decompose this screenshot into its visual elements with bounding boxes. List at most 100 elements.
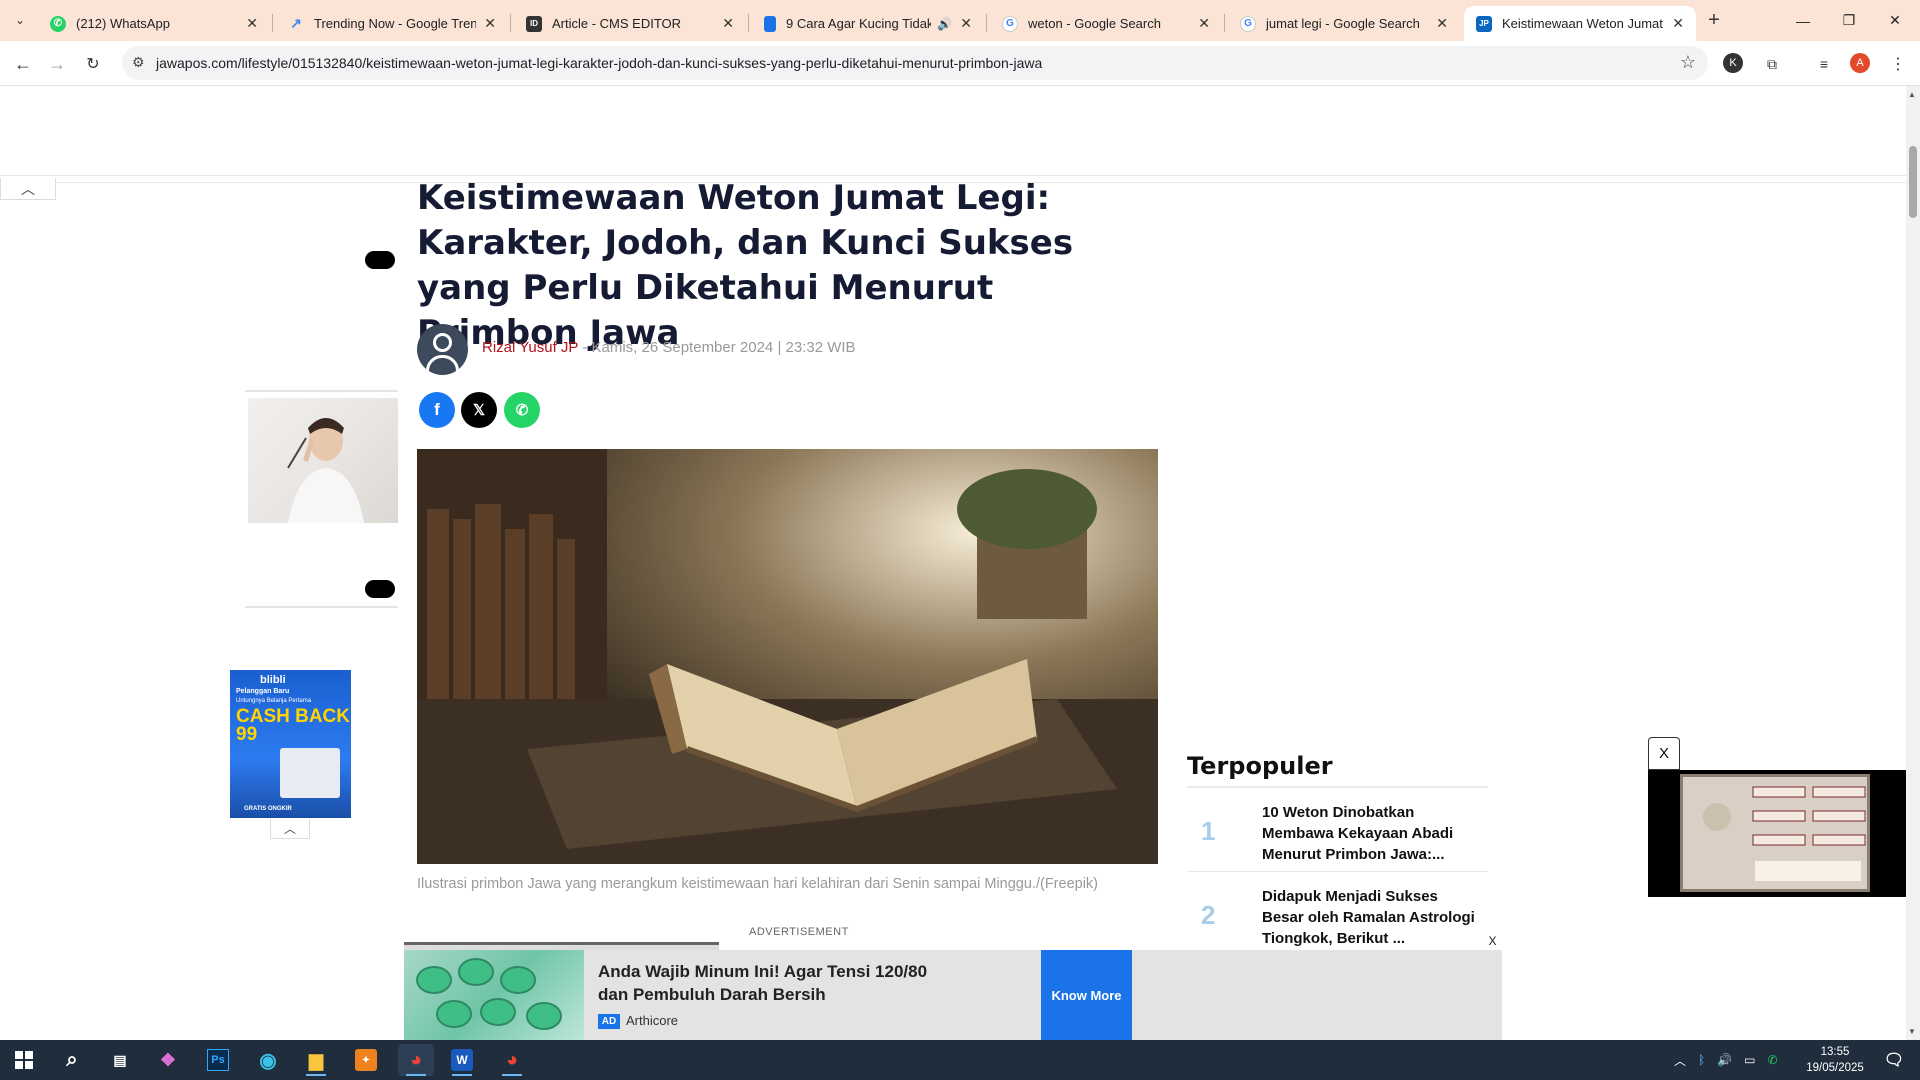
collapse-sidebar-ad-button[interactable]: ︿ <box>270 819 310 839</box>
tab-whatsapp[interactable]: ✆ (212) WhatsApp ✕ <box>38 6 270 41</box>
popular-title[interactable]: Didapuk Menjadi Sukses Besar oleh Ramala… <box>1262 886 1482 949</box>
tab-close-icon[interactable]: ✕ <box>1672 15 1684 32</box>
tab-close-icon[interactable]: ✕ <box>722 15 734 32</box>
back-button[interactable]: ← <box>8 49 38 79</box>
system-tray: ︿ ᛒ 🔊 ▭ ✆ <box>1674 1040 1778 1080</box>
browser-toolbar: ← → ↻ ⚙ jawapos.com/lifestyle/015132840/… <box>0 41 1920 86</box>
tab-separator <box>510 14 511 32</box>
video-frame <box>1680 774 1870 892</box>
audio-playing-icon[interactable]: 🔊 <box>937 17 952 31</box>
scroll-up-arrow[interactable]: ▲ <box>1908 90 1916 99</box>
forward-button[interactable]: → <box>42 49 72 79</box>
tab-separator <box>1224 14 1225 32</box>
left-rail-pill <box>365 251 395 269</box>
popular-title[interactable]: 10 Weton Dinobatkan Membawa Kekayaan Aba… <box>1262 802 1482 865</box>
tab-jawapos-active[interactable]: JP Keistimewaan Weton Jumat Leg ✕ <box>1464 6 1696 41</box>
article-hero-image <box>417 449 1158 864</box>
network-icon[interactable]: ▭ <box>1744 1053 1755 1067</box>
floating-video-player[interactable] <box>1648 770 1906 897</box>
left-rail-divider <box>245 606 398 608</box>
author-avatar[interactable] <box>417 324 468 375</box>
photoshop-icon[interactable]: Ps <box>200 1044 236 1076</box>
profile-avatar-icon[interactable]: A <box>1850 53 1870 73</box>
media-control-icon[interactable]: ≡ <box>1812 52 1836 76</box>
related-article-thumbnail[interactable] <box>248 398 398 523</box>
author-name-link[interactable]: Rizal Yusuf JP <box>482 339 578 356</box>
page-scrollbar[interactable]: ▲ ▼ <box>1906 86 1920 1040</box>
tab-close-icon[interactable]: ✕ <box>960 15 972 32</box>
tab-cms-editor[interactable]: ID Article - CMS EDITOR ✕ <box>514 6 746 41</box>
volume-icon[interactable]: 🔊 <box>1717 1053 1732 1067</box>
tray-chevron-icon[interactable]: ︿ <box>1674 1052 1686 1069</box>
publish-date: - Kamis, 26 September 2024 | 23:32 WIB <box>578 339 856 356</box>
new-tab-button[interactable]: + <box>1702 8 1726 32</box>
tab-weton-search[interactable]: G weton - Google Search ✕ <box>990 6 1222 41</box>
float-video-close-button[interactable]: X <box>1648 737 1680 770</box>
cms-icon: ID <box>526 15 542 32</box>
advertisement-label: ADVERTISEMENT <box>749 926 849 938</box>
blibli-cashback: CASH BACK 99 <box>236 706 350 745</box>
know-more-button[interactable]: Know More <box>1041 950 1132 1040</box>
file-explorer-icon[interactable]: ▆ <box>298 1044 334 1076</box>
chrome-profile-icon[interactable]: ◕ <box>494 1044 530 1076</box>
clock-date: 19/05/2025 <box>1806 1062 1864 1074</box>
tab-title: weton - Google Search <box>1028 16 1161 31</box>
tab-close-icon[interactable]: ✕ <box>246 15 258 32</box>
whatsapp-tray-icon[interactable]: ✆ <box>1768 1053 1778 1067</box>
start-button[interactable] <box>6 1044 42 1076</box>
extensions-puzzle-icon[interactable]: ⧉ <box>1760 52 1784 76</box>
tab-close-icon[interactable]: ✕ <box>484 15 496 32</box>
edge-icon[interactable]: ◉ <box>250 1044 286 1076</box>
tab-separator <box>986 14 987 32</box>
word-icon[interactable]: W <box>444 1044 480 1076</box>
blibli-sidebar-ad[interactable]: blibli Pelanggan Baru Untungnya Belanja … <box>230 670 351 818</box>
address-bar[interactable]: ⚙ jawapos.com/lifestyle/015132840/keisti… <box>122 46 1708 80</box>
scrollbar-thumb[interactable] <box>1909 146 1917 218</box>
tab-google-trends[interactable]: ↗ Trending Now - Google Trends ✕ <box>276 6 508 41</box>
task-view-icon[interactable]: ▤ <box>102 1044 138 1076</box>
ad-product-image <box>404 950 584 1040</box>
tab-title: 9 Cara Agar Kucing Tidak P <box>786 16 932 31</box>
whatsapp-share-icon[interactable]: ✆ <box>504 392 540 428</box>
minimize-button[interactable]: — <box>1780 0 1826 41</box>
extension-avatar-icon[interactable]: K <box>1723 53 1743 73</box>
blibli-logo: blibli <box>260 674 286 686</box>
tab-title: (212) WhatsApp <box>76 16 170 31</box>
tab-title: Trending Now - Google Trends <box>314 16 477 31</box>
notification-icon[interactable]: 🗨 <box>1876 1044 1912 1076</box>
tab-cara-kucing[interactable]: 9 Cara Agar Kucing Tidak P 🔊 ✕ <box>752 6 984 41</box>
terpopuler-heading: Terpopuler <box>1187 752 1488 788</box>
ad-headline[interactable]: Anda Wajib Minum Ini! Agar Tensi 120/80 … <box>598 960 958 1006</box>
popular-item[interactable]: 2 Didapuk Menjadi Sukses Besar oleh Rama… <box>1187 886 1488 949</box>
close-window-button[interactable]: ✕ <box>1872 0 1918 41</box>
system-clock[interactable]: 13:55 19/05/2025 <box>1800 1044 1870 1076</box>
collapse-top-ad-button[interactable]: ︿ <box>0 178 56 200</box>
reload-button[interactable]: ↻ <box>78 49 108 79</box>
search-icon[interactable]: ⌕ <box>54 1044 90 1076</box>
tab-jumat-legi-search[interactable]: G jumat legi - Google Search ✕ <box>1228 6 1460 41</box>
tab-separator <box>748 14 749 32</box>
x-share-icon[interactable]: 𝕏 <box>461 392 497 428</box>
tab-close-icon[interactable]: ✕ <box>1436 15 1448 32</box>
web-page: ︿ blibli Pelanggan Baru Untungnya Belanj… <box>0 86 1906 1040</box>
sticky-bottom-ad[interactable]: Anda Wajib Minum Ini! Agar Tensi 120/80 … <box>404 931 1502 1040</box>
google-icon: G <box>1240 15 1256 32</box>
article-title: Keistimewaan Weton Jumat Legi: Karakter,… <box>417 178 1074 353</box>
close-sticky-ad-button[interactable]: X <box>1483 931 1502 950</box>
chrome-icon[interactable]: ◕ <box>398 1044 434 1076</box>
tab-close-icon[interactable]: ✕ <box>1198 15 1210 32</box>
bookmark-star-icon[interactable]: ☆ <box>1680 52 1696 73</box>
bluetooth-icon[interactable]: ᛒ <box>1698 1053 1705 1067</box>
browser-menu-icon[interactable]: ⋮ <box>1886 52 1910 76</box>
copilot-icon[interactable]: ❖ <box>150 1044 186 1076</box>
site-settings-icon[interactable]: ⚙ <box>132 54 145 71</box>
ad-advertiser: Arthicore <box>626 1013 679 1028</box>
tab-search-button[interactable]: ⌄ <box>8 8 32 32</box>
facebook-share-icon[interactable]: f <box>419 392 455 428</box>
orange-app-icon[interactable]: ✦ <box>348 1044 384 1076</box>
restore-button[interactable]: ❐ <box>1826 0 1872 41</box>
tab-title: Article - CMS EDITOR <box>552 16 682 31</box>
scroll-down-arrow[interactable]: ▼ <box>1908 1027 1916 1036</box>
popular-item[interactable]: 1 10 Weton Dinobatkan Membawa Kekayaan A… <box>1187 802 1488 872</box>
article-byline: Rizal Yusuf JP - Kamis, 26 September 202… <box>482 339 856 356</box>
